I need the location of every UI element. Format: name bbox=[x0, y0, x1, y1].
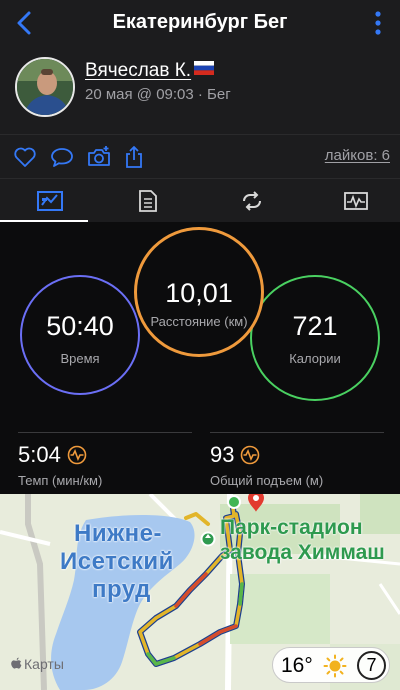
sun-icon bbox=[323, 654, 347, 678]
tab-details[interactable] bbox=[98, 179, 198, 223]
elevation-metric[interactable]: 93 Общий подъем (м) bbox=[210, 442, 323, 488]
calories-label: Калории bbox=[289, 351, 341, 366]
elevation-label: Общий подъем (м) bbox=[210, 473, 324, 488]
activity-date: 20 мая @ 09:03 · Бег bbox=[85, 86, 231, 103]
page-title: Екатеринбург Бег bbox=[112, 11, 288, 33]
route-map[interactable]: Нижне- Исетский пруд Парк-стадион завода… bbox=[0, 494, 400, 690]
camera-add-icon[interactable] bbox=[86, 144, 112, 170]
tab-charts[interactable] bbox=[306, 179, 400, 223]
tab-laps[interactable] bbox=[202, 179, 302, 223]
temperature: 16° bbox=[281, 654, 313, 677]
russia-flag-icon bbox=[194, 61, 215, 75]
pace-label: Темп (мин/км) bbox=[18, 473, 103, 488]
distance-ring: 10,01 Расстояние (км) bbox=[134, 227, 264, 357]
more-vertical-icon[interactable] bbox=[370, 10, 386, 36]
elevation-value: 93 bbox=[210, 442, 235, 467]
lake-label-line3: пруд bbox=[92, 576, 151, 603]
time-label: Время bbox=[60, 351, 100, 366]
time-value: 50:40 bbox=[46, 311, 114, 341]
tab-bar bbox=[0, 178, 400, 223]
summary-icon bbox=[37, 191, 63, 211]
time-ring: 50:40 Время bbox=[20, 275, 140, 395]
action-bar: лайков: 6 bbox=[0, 134, 400, 178]
heart-icon[interactable] bbox=[12, 144, 38, 170]
distance-label: Расстояние (км) bbox=[150, 314, 248, 329]
calories-ring: 721 Калории bbox=[250, 275, 380, 401]
activity-owner: Вячеслав К. 20 мая @ 09:03 · Бег bbox=[0, 46, 400, 134]
apple-logo-icon bbox=[11, 657, 22, 669]
chart-icon bbox=[344, 192, 368, 210]
pace-metric[interactable]: 5:04 Темп (мин/км) bbox=[18, 442, 102, 488]
maps-attribution: Карты bbox=[10, 656, 64, 672]
lake-label-line2: Исетский bbox=[60, 548, 174, 575]
calories-value: 721 bbox=[292, 311, 338, 341]
poi-label-line1: Парк-стадион bbox=[220, 516, 363, 539]
stats-panel: 50:40 Время 721 Калории 10,01 Расстояние… bbox=[0, 222, 400, 494]
weather-badge: 16° 7 bbox=[272, 647, 390, 683]
pulse-icon bbox=[241, 445, 260, 465]
nav-bar: Екатеринбург Бег bbox=[0, 0, 400, 46]
laps-icon bbox=[243, 191, 261, 211]
aqi-badge: 7 bbox=[357, 651, 386, 680]
user-name[interactable]: Вячеслав К. bbox=[85, 60, 215, 82]
divider bbox=[18, 432, 192, 433]
list-icon bbox=[139, 190, 157, 212]
pace-value: 5:04 bbox=[18, 442, 61, 467]
avatar[interactable] bbox=[15, 57, 75, 117]
divider bbox=[210, 432, 384, 433]
likes-count[interactable]: лайков: 6 bbox=[325, 147, 390, 164]
share-icon[interactable] bbox=[121, 144, 147, 170]
poi-label-line2: завода Химмаш bbox=[220, 541, 385, 564]
lake-label-line1: Нижне- bbox=[74, 520, 162, 547]
tab-summary[interactable] bbox=[0, 179, 100, 223]
comment-icon[interactable] bbox=[49, 144, 75, 170]
pulse-icon bbox=[67, 445, 87, 465]
distance-value: 10,01 bbox=[165, 278, 233, 308]
maps-brand: Карты bbox=[24, 656, 64, 672]
